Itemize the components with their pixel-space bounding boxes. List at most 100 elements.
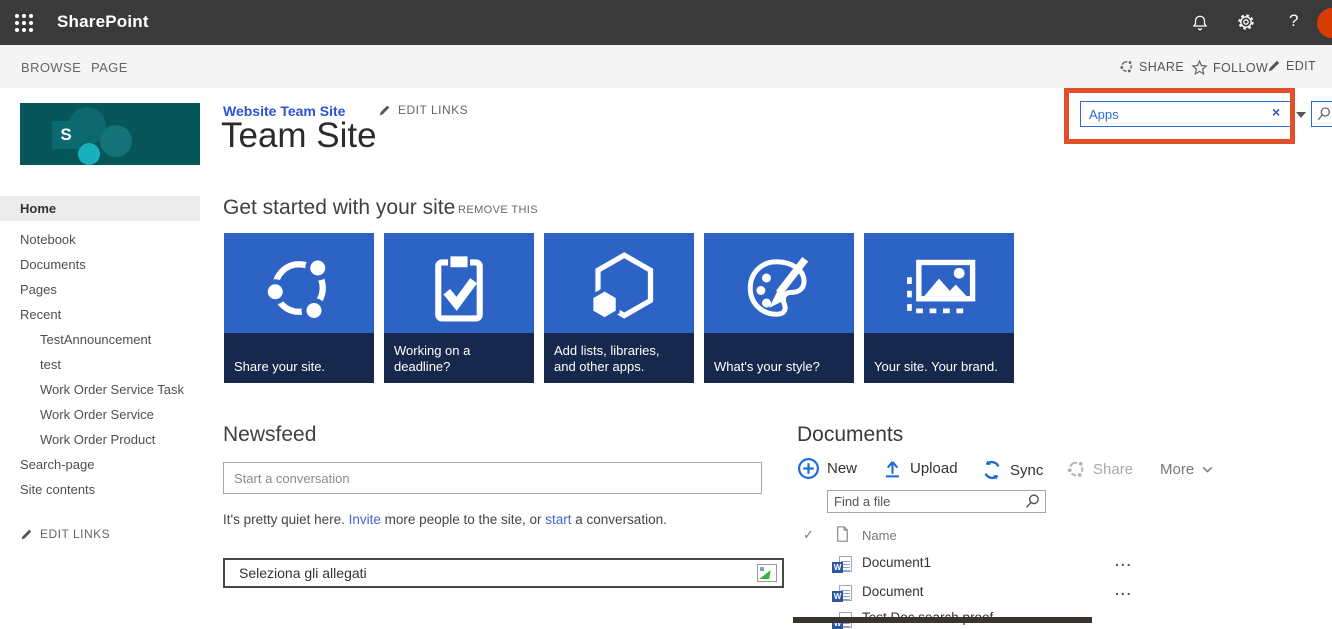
- picture-frame-icon: [864, 243, 1014, 333]
- logo-circle: [100, 125, 132, 157]
- find-a-file-input[interactable]: [828, 494, 1024, 509]
- annotation-highlight-rectangle: [1064, 88, 1295, 144]
- tile-whats-your-style[interactable]: What's your style?: [704, 233, 854, 383]
- tile-share-your-site[interactable]: Share your site.: [224, 233, 374, 383]
- tile-add-lists-libraries-apps[interactable]: Add lists, libraries, and other apps.: [544, 233, 694, 383]
- attachment-label: Seleziona gli allegati: [239, 565, 367, 581]
- sidebar-item-testannouncement[interactable]: TestAnnouncement: [0, 327, 200, 352]
- tile-label: Add lists, libraries, and other apps.: [544, 333, 694, 383]
- account-avatar[interactable]: [1317, 8, 1332, 38]
- edit-button-label: EDIT: [1286, 59, 1316, 73]
- sidebar-item-documents[interactable]: Documents: [0, 252, 200, 277]
- file-link-document1[interactable]: Document1: [862, 555, 931, 570]
- share-button[interactable]: SHARE: [1119, 59, 1184, 74]
- app-launcher-icon[interactable]: [15, 14, 33, 32]
- sync-icon: [981, 459, 1003, 481]
- sidebar-edit-links-label: EDIT LINKS: [40, 527, 110, 541]
- share-icon: [1066, 459, 1086, 479]
- upload-button[interactable]: Upload: [882, 458, 958, 479]
- quiet-text: more people to the site, or: [381, 512, 545, 527]
- tile-label: Your site. Your brand.: [864, 333, 1014, 383]
- header-edit-links[interactable]: EDIT LINKS: [378, 103, 468, 117]
- share-circle-icon: [224, 243, 374, 333]
- get-started-title: Get started with your site: [223, 196, 455, 220]
- sidebar-item-recent[interactable]: Recent: [0, 302, 200, 327]
- sidebar-item-work-order-service[interactable]: Work Order Service: [0, 402, 200, 427]
- select-all-checkmark[interactable]: ✓: [803, 527, 814, 543]
- bell-icon[interactable]: [1191, 13, 1209, 38]
- tab-page[interactable]: PAGE: [91, 60, 128, 75]
- sidebar-edit-links[interactable]: EDIT LINKS: [20, 527, 110, 541]
- document-icon: [836, 526, 849, 547]
- search-icon[interactable]: [1024, 493, 1041, 510]
- attachment-file-picker[interactable]: Seleziona gli allegati: [223, 558, 784, 588]
- search-icon: [1316, 106, 1332, 122]
- tile-working-on-a-deadline[interactable]: Working on a deadline?: [384, 233, 534, 383]
- clipboard-check-icon: [384, 243, 534, 333]
- newsfeed-quiet-text: It's pretty quiet here. Invite more peop…: [223, 512, 667, 527]
- tile-label: What's your style?: [704, 333, 854, 383]
- file-menu-ellipsis[interactable]: ...: [1115, 582, 1133, 598]
- upload-arrow-icon: [882, 458, 903, 479]
- quiet-text: a conversation.: [572, 512, 667, 527]
- tile-your-site-your-brand[interactable]: Your site. Your brand.: [864, 233, 1014, 383]
- remove-this-link[interactable]: REMOVE THIS: [458, 204, 538, 216]
- sidebar-item-work-order-service-task[interactable]: Work Order Service Task: [0, 377, 200, 402]
- start-conversation-link[interactable]: start: [545, 512, 571, 527]
- new-button-label: New: [827, 460, 857, 477]
- share-document-label: Share: [1093, 461, 1133, 478]
- share-document-button[interactable]: Share: [1066, 459, 1133, 479]
- ribbon-bar: BROWSE PAGE SHARE FOLLOW EDIT: [0, 45, 1332, 88]
- pencil-icon: [378, 104, 391, 117]
- left-navigation: Home Notebook Documents Pages Recent Tes…: [0, 196, 200, 502]
- sidebar-item-test[interactable]: test: [0, 352, 200, 377]
- tab-browse[interactable]: BROWSE: [21, 60, 81, 75]
- get-started-tiles: Share your site. Working on a deadline? …: [224, 233, 1014, 383]
- find-a-file-box: [827, 490, 1046, 513]
- star-icon: [1191, 59, 1208, 76]
- header-edit-links-label: EDIT LINKS: [398, 103, 468, 117]
- documents-title: Documents: [797, 423, 903, 447]
- site-logo[interactable]: S: [20, 103, 200, 165]
- share-button-label: SHARE: [1139, 60, 1184, 74]
- newsfeed-title: Newsfeed: [223, 423, 316, 447]
- hexagon-apps-icon: [544, 243, 694, 333]
- file-menu-ellipsis[interactable]: ...: [1115, 553, 1133, 569]
- pencil-icon: [1267, 59, 1281, 73]
- gear-icon[interactable]: [1236, 12, 1256, 37]
- sidebar-item-work-order-product[interactable]: Work Order Product: [0, 427, 200, 452]
- search-scope-chevron-down-icon[interactable]: [1296, 112, 1306, 118]
- new-button[interactable]: New: [797, 457, 857, 480]
- sidebar-item-notebook[interactable]: Notebook: [0, 227, 200, 252]
- upload-button-label: Upload: [910, 460, 958, 477]
- palette-brush-icon: [704, 243, 854, 333]
- word-doc-icon: W: [832, 556, 852, 573]
- pencil-icon: [20, 528, 33, 541]
- help-icon[interactable]: ?: [1289, 11, 1298, 31]
- tile-label: Share your site.: [224, 333, 374, 383]
- search-submit-button[interactable]: [1311, 101, 1332, 127]
- file-link-document[interactable]: Document: [862, 584, 924, 599]
- chevron-down-icon: [1201, 463, 1214, 476]
- conversation-input[interactable]: [223, 462, 762, 494]
- sidebar-item-search-page[interactable]: Search-page: [0, 452, 200, 477]
- sync-button[interactable]: Sync: [981, 459, 1043, 481]
- sync-button-label: Sync: [1010, 462, 1043, 479]
- share-icon: [1119, 59, 1134, 74]
- logo-circle: [78, 143, 100, 165]
- more-button[interactable]: More: [1160, 461, 1214, 478]
- sidebar-item-pages[interactable]: Pages: [0, 277, 200, 302]
- page-title: Team Site: [221, 116, 377, 156]
- invite-link[interactable]: Invite: [349, 512, 381, 527]
- sidebar-item-home[interactable]: Home: [0, 196, 200, 221]
- word-doc-icon: W: [832, 585, 852, 602]
- edit-button[interactable]: EDIT: [1267, 59, 1316, 73]
- column-header-name[interactable]: Name: [862, 528, 897, 543]
- broken-image-icon: [757, 564, 777, 582]
- sharepoint-logo-letter: S: [52, 121, 80, 149]
- follow-button[interactable]: FOLLOW: [1191, 59, 1268, 76]
- bottom-dark-bar: [793, 617, 1092, 623]
- plus-circle-icon: [797, 457, 820, 480]
- sidebar-item-site-contents[interactable]: Site contents: [0, 477, 200, 502]
- brand-title: SharePoint: [57, 12, 149, 32]
